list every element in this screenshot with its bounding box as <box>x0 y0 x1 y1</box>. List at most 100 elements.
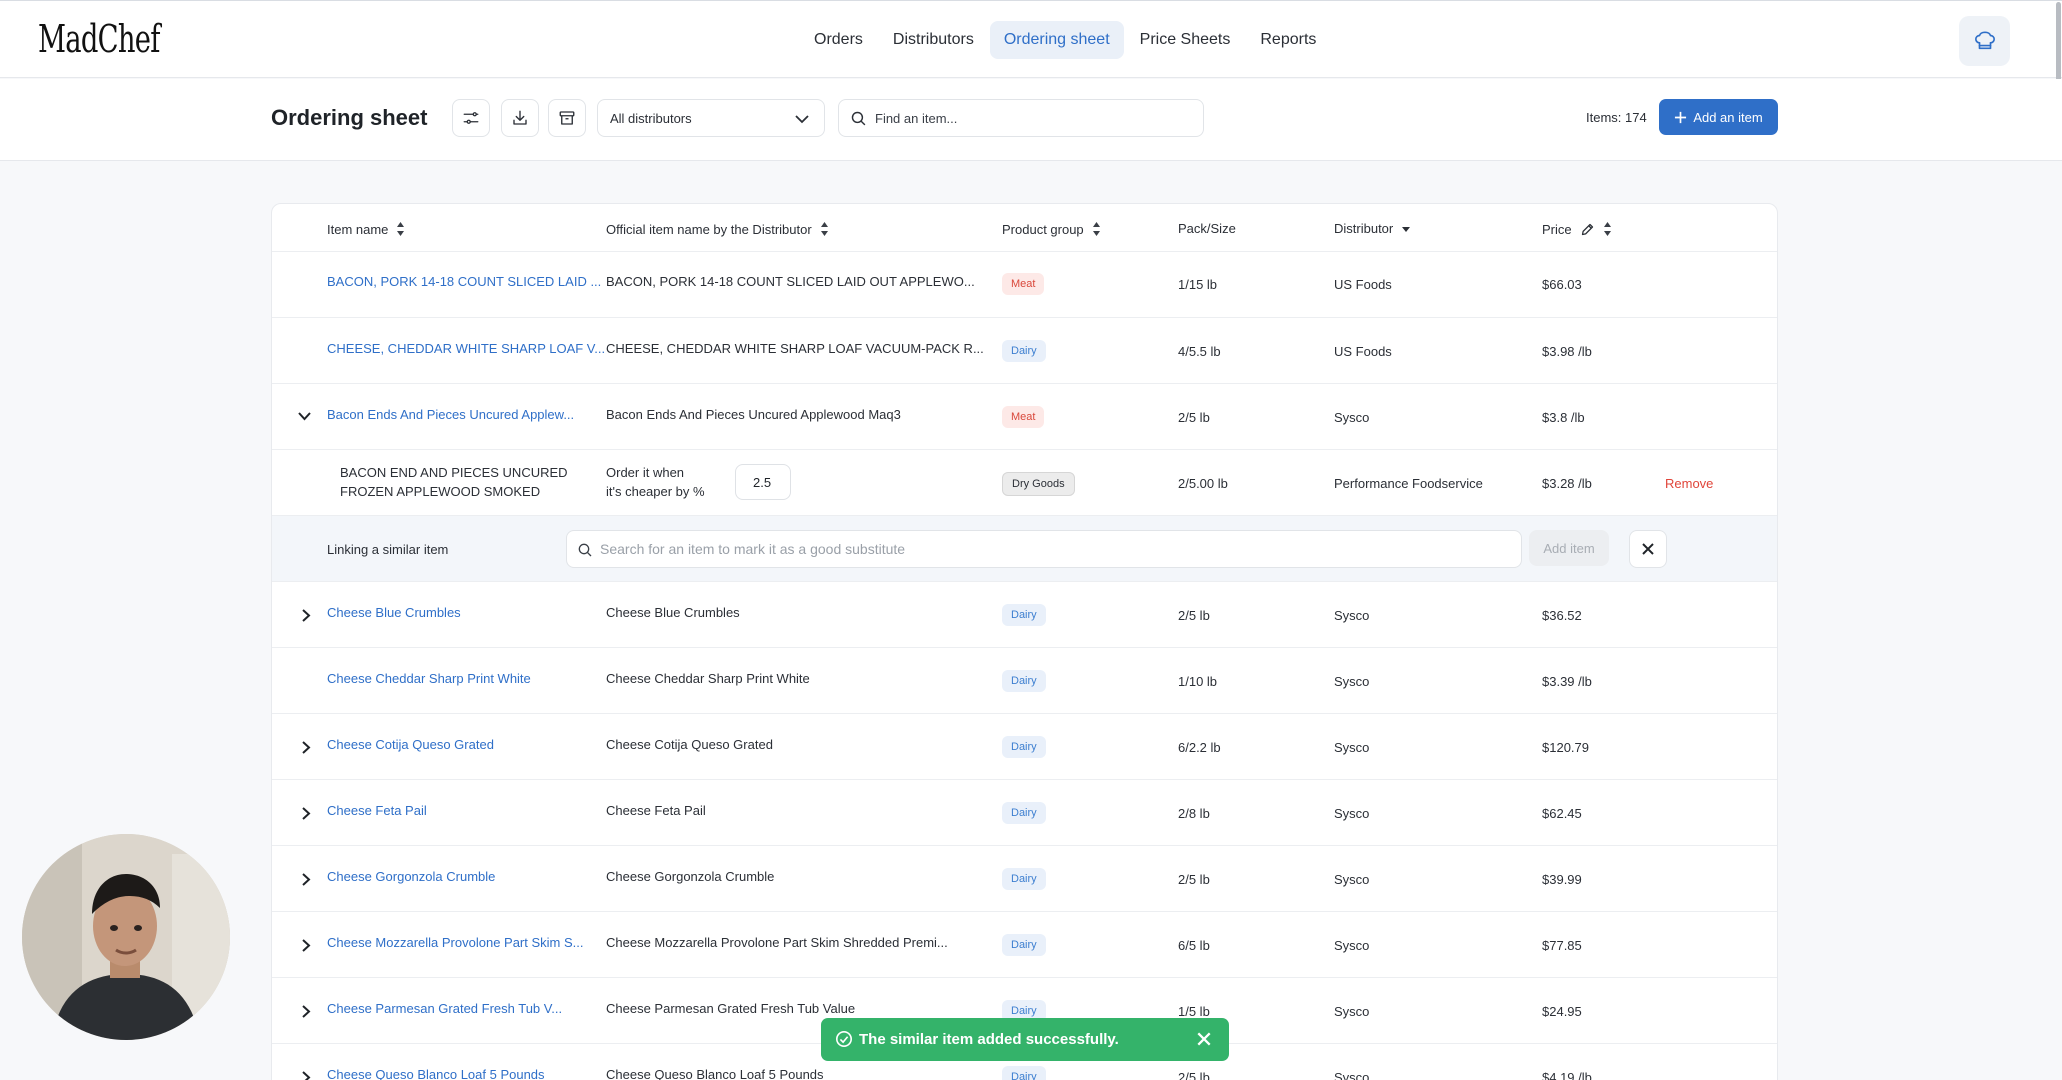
col-product-group-label: Product group <box>1002 221 1084 237</box>
price: $3.98 /lb <box>1542 344 1592 359</box>
chevron-right-icon[interactable] <box>301 938 311 953</box>
chevron-right-icon[interactable] <box>301 1004 311 1019</box>
item-name-link[interactable]: Cheese Mozzarella Provolone Part Skim S.… <box>327 935 584 950</box>
distributor: Sysco <box>1334 938 1370 953</box>
distributor: Performance Foodservice <box>1334 476 1483 491</box>
pack-size: 2/5.00 lb <box>1178 476 1228 491</box>
nav-orders[interactable]: Orders <box>800 21 877 59</box>
table-row[interactable]: Cheese Feta Pail Cheese Feta Pail Dairy … <box>272 780 1777 846</box>
chevron-down-icon <box>795 115 809 124</box>
chevron-right-icon[interactable] <box>301 608 311 623</box>
caret-down-icon <box>1402 226 1411 232</box>
product-group-badge: Dairy <box>1002 802 1046 824</box>
col-official-name[interactable]: Official item name by the Distributor <box>606 221 829 237</box>
close-icon[interactable] <box>1196 1031 1212 1047</box>
nav-reports[interactable]: Reports <box>1246 21 1330 59</box>
distributor: Sysco <box>1334 1070 1370 1080</box>
item-name-link[interactable]: BACON, PORK 14-18 COUNT SLICED LAID ... <box>327 274 601 289</box>
col-item-name[interactable]: Item name <box>327 221 405 237</box>
ordering-table: Item name Official item name by the Dist… <box>271 203 1778 1080</box>
pencil-icon[interactable] <box>1580 222 1595 237</box>
chevron-down-icon[interactable] <box>297 410 312 422</box>
item-name-link[interactable]: Cheese Cheddar Sharp Print White <box>327 671 531 686</box>
pack-size: 1/5 lb <box>1178 1004 1210 1019</box>
product-group-badge: Dairy <box>1002 670 1046 692</box>
substitute-rule-line1: Order it when <box>606 465 685 480</box>
table-row[interactable]: CHEESE, CHEDDAR WHITE SHARP LOAF V... CH… <box>272 318 1777 384</box>
table-row[interactable]: Cheese Blue Crumbles Cheese Blue Crumble… <box>272 582 1777 648</box>
add-similar-item-button[interactable]: Add item <box>1529 530 1609 566</box>
official-name: Cheese Cotija Queso Grated <box>606 737 773 752</box>
distributor: Sysco <box>1334 608 1370 623</box>
item-name-link[interactable]: Cheese Blue Crumbles <box>327 605 461 620</box>
download-icon <box>513 110 527 125</box>
distributor: Sysco <box>1334 806 1370 821</box>
app-logo[interactable]: MadChef <box>38 17 160 61</box>
linking-row: Linking a similar item Add item <box>272 516 1777 582</box>
filter-button[interactable] <box>452 99 490 137</box>
product-group-badge: Dairy <box>1002 868 1046 890</box>
col-distributor-label: Distributor <box>1334 221 1394 236</box>
item-name-link[interactable]: Cheese Queso Blanco Loaf 5 Pounds <box>327 1067 545 1080</box>
success-toast: The similar item added successfully. <box>821 1018 1229 1061</box>
profile-button[interactable] <box>1959 16 2010 66</box>
item-name-link[interactable]: Cheese Gorgonzola Crumble <box>327 869 495 884</box>
sort-icon <box>1092 222 1100 236</box>
top-navbar: MadChef Orders Distributors Ordering she… <box>0 0 2062 78</box>
table-row[interactable]: Cheese Cheddar Sharp Print White Cheese … <box>272 648 1777 714</box>
item-name-link[interactable]: CHEESE, CHEDDAR WHITE SHARP LOAF V... <box>327 341 605 356</box>
close-linking-button[interactable] <box>1629 530 1667 568</box>
similar-item-search[interactable] <box>566 530 1522 568</box>
item-name-link[interactable]: Cheese Cotija Queso Grated <box>327 737 494 752</box>
check-circle-icon <box>835 1030 853 1048</box>
col-product-group[interactable]: Product group <box>1002 221 1101 237</box>
distributor: Sysco <box>1334 674 1370 689</box>
table-row[interactable]: BACON, PORK 14-18 COUNT SLICED LAID ... … <box>272 252 1777 318</box>
remove-substitute-link[interactable]: Remove <box>1665 476 1713 491</box>
chevron-right-icon[interactable] <box>301 872 311 887</box>
pack-size: 2/5 lb <box>1178 1070 1210 1080</box>
chevron-right-icon[interactable] <box>301 806 311 821</box>
table-row[interactable]: Cheese Cotija Queso Grated Cheese Cotija… <box>272 714 1777 780</box>
main-nav: Orders Distributors Ordering sheet Price… <box>800 21 1332 59</box>
col-distributor[interactable]: Distributor <box>1334 221 1411 236</box>
item-name-link[interactable]: Bacon Ends And Pieces Uncured Applew... <box>327 407 574 422</box>
sort-icon <box>1603 222 1611 236</box>
official-name: Cheese Feta Pail <box>606 803 706 818</box>
chevron-right-icon[interactable] <box>301 740 311 755</box>
pack-size: 6/5 lb <box>1178 938 1210 953</box>
item-search-input[interactable] <box>875 100 1195 136</box>
product-group-badge: Meat <box>1002 406 1045 428</box>
nav-distributors[interactable]: Distributors <box>879 21 988 59</box>
pack-size: 2/5 lb <box>1178 410 1210 425</box>
official-name: BACON, PORK 14-18 COUNT SLICED LAID OUT … <box>606 274 975 289</box>
search-icon <box>578 543 592 557</box>
col-price[interactable]: Price <box>1542 221 1612 237</box>
distributor: Sysco <box>1334 740 1370 755</box>
archive-button[interactable] <box>548 99 586 137</box>
distributor: US Foods <box>1334 277 1392 292</box>
cheaper-by-percent-input[interactable]: 2.5 <box>735 464 791 500</box>
similar-item-search-input[interactable] <box>600 531 1500 567</box>
product-group-badge: Dairy <box>1002 340 1046 362</box>
table-row[interactable]: Cheese Mozzarella Provolone Part Skim S.… <box>272 912 1777 978</box>
add-item-button[interactable]: Add an item <box>1659 99 1778 135</box>
table-row[interactable]: Cheese Gorgonzola Crumble Cheese Gorgonz… <box>272 846 1777 912</box>
toast-message: The similar item added successfully. <box>859 1031 1119 1048</box>
official-name: Cheese Parmesan Grated Fresh Tub Value <box>606 1001 856 1016</box>
item-name-link[interactable]: Cheese Feta Pail <box>327 803 427 818</box>
chevron-right-icon[interactable] <box>301 1070 311 1080</box>
item-name-link[interactable]: Cheese Parmesan Grated Fresh Tub V... <box>327 1001 562 1016</box>
distributor-select[interactable]: All distributors <box>597 99 825 137</box>
item-search[interactable] <box>838 99 1204 137</box>
nav-price-sheets[interactable]: Price Sheets <box>1126 21 1245 59</box>
add-item-label: Add an item <box>1693 109 1763 125</box>
official-name: CHEESE, CHEDDAR WHITE SHARP LOAF VACUUM-… <box>606 341 984 356</box>
distributor: Sysco <box>1334 1004 1370 1019</box>
table-row-expanded[interactable]: Bacon Ends And Pieces Uncured Applew... … <box>272 384 1777 450</box>
price: $3.28 /lb <box>1542 476 1592 491</box>
nav-ordering-sheet[interactable]: Ordering sheet <box>989 21 1124 59</box>
download-button[interactable] <box>501 99 539 137</box>
col-official-name-label: Official item name by the Distributor <box>606 221 812 237</box>
col-pack-size-label: Pack/Size <box>1178 221 1236 236</box>
